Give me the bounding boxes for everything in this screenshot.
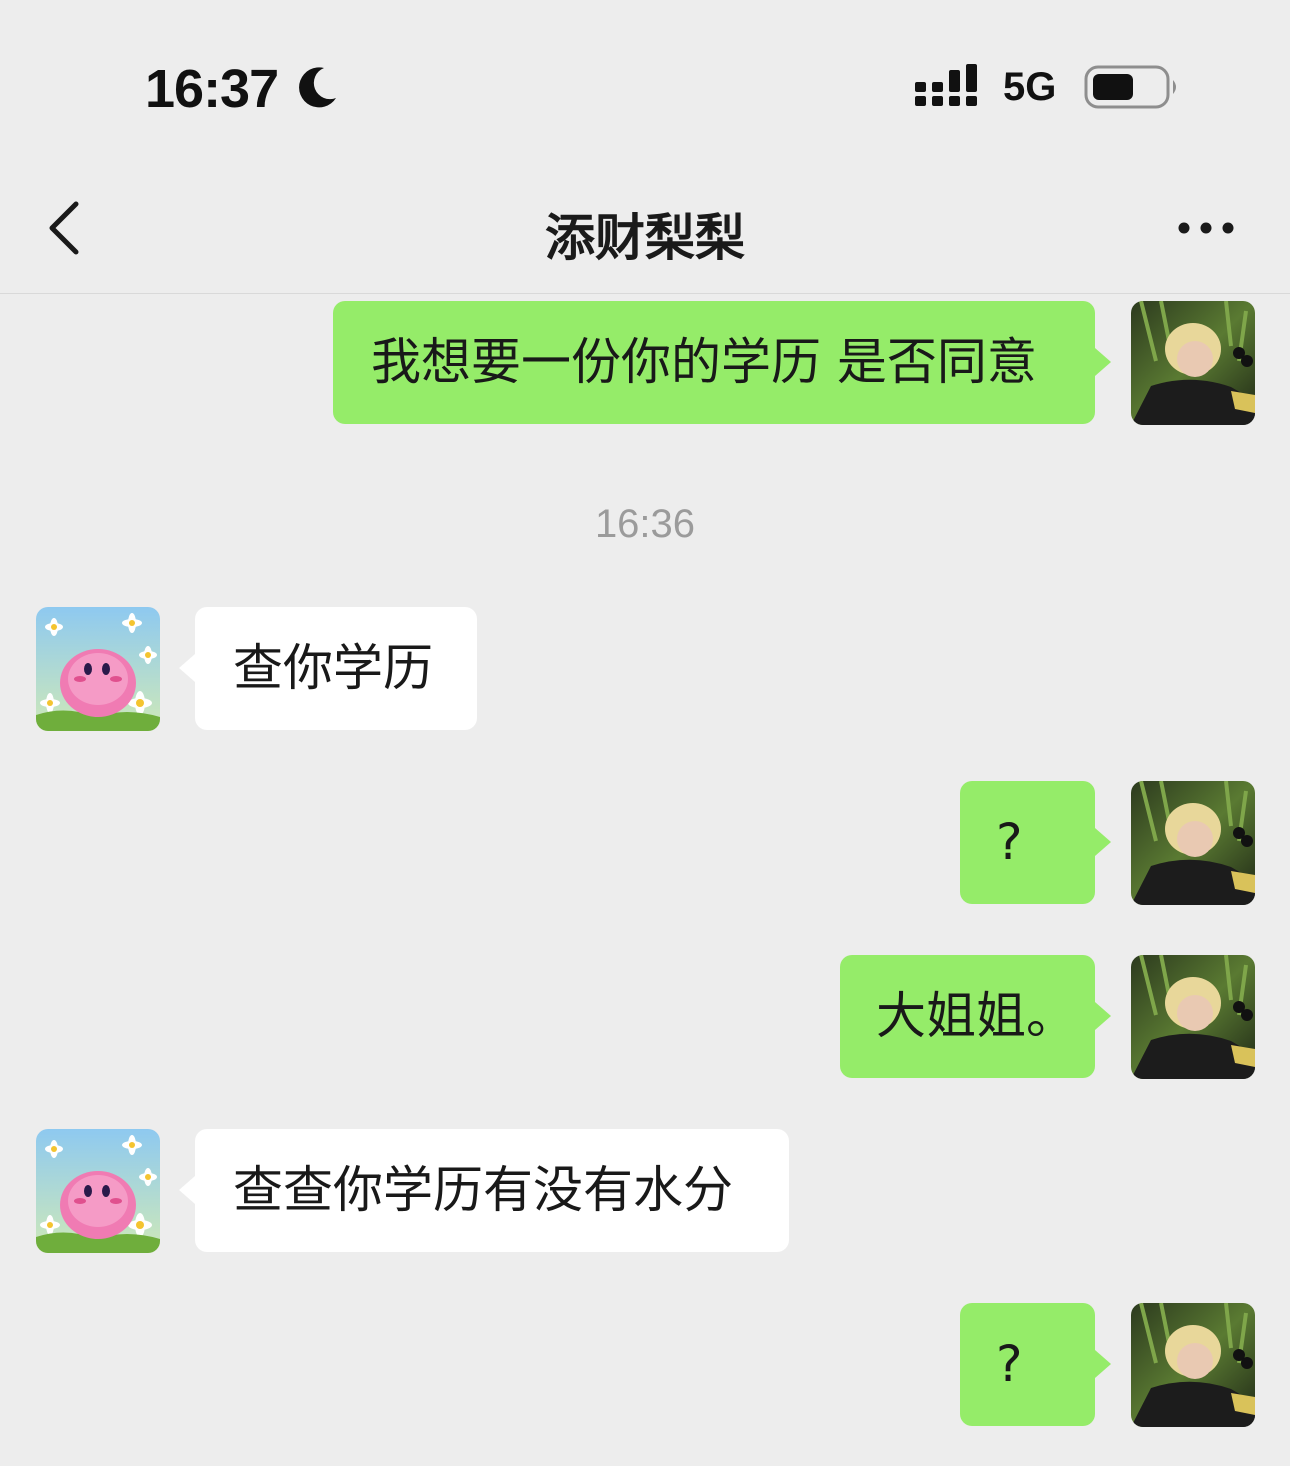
message-bubble[interactable]: 大姐姐。 bbox=[840, 955, 1095, 1078]
avatar[interactable] bbox=[1131, 301, 1255, 425]
network-label: 5G bbox=[1003, 65, 1057, 109]
bubble-tail bbox=[179, 654, 195, 682]
contact-avatar-image bbox=[36, 607, 160, 731]
status-time: 16:37 bbox=[145, 59, 279, 119]
user-avatar-image bbox=[1131, 955, 1255, 1079]
bubble-tail bbox=[1095, 1350, 1111, 1378]
avatar[interactable] bbox=[36, 1129, 160, 1253]
user-avatar-image bbox=[1131, 301, 1255, 425]
avatar[interactable] bbox=[36, 607, 160, 731]
contact-avatar-image bbox=[36, 1129, 160, 1253]
avatar[interactable] bbox=[1131, 1303, 1255, 1427]
battery-icon bbox=[1084, 65, 1176, 109]
message-bubble[interactable]: 查你学历 bbox=[195, 607, 477, 730]
avatar[interactable] bbox=[1131, 955, 1255, 1079]
timestamp: 16:36 bbox=[594, 502, 696, 546]
message-bubble[interactable]: 查查你学历有没有水分 bbox=[195, 1129, 789, 1252]
bubble-tail bbox=[1095, 348, 1111, 376]
status-bar: 16:37 5G bbox=[0, 0, 1290, 160]
moon-icon bbox=[299, 67, 336, 108]
message-bubble[interactable]: ? bbox=[960, 1303, 1095, 1426]
avatar[interactable] bbox=[1131, 781, 1255, 905]
bubble-tail bbox=[179, 1176, 195, 1204]
bubble-tail bbox=[1095, 1002, 1111, 1030]
bubble-tail bbox=[1095, 828, 1111, 856]
chat-header: 添财梨梨 bbox=[0, 160, 1290, 294]
chat-title: 添财梨梨 bbox=[545, 209, 745, 267]
message-bubble[interactable]: ? bbox=[960, 781, 1095, 904]
signal-icon bbox=[915, 64, 977, 106]
user-avatar-image bbox=[1131, 781, 1255, 905]
more-icon[interactable] bbox=[1176, 216, 1236, 240]
user-avatar-image bbox=[1131, 1303, 1255, 1427]
message-bubble[interactable]: 我想要一份你的学历 是否同意 bbox=[333, 301, 1095, 424]
